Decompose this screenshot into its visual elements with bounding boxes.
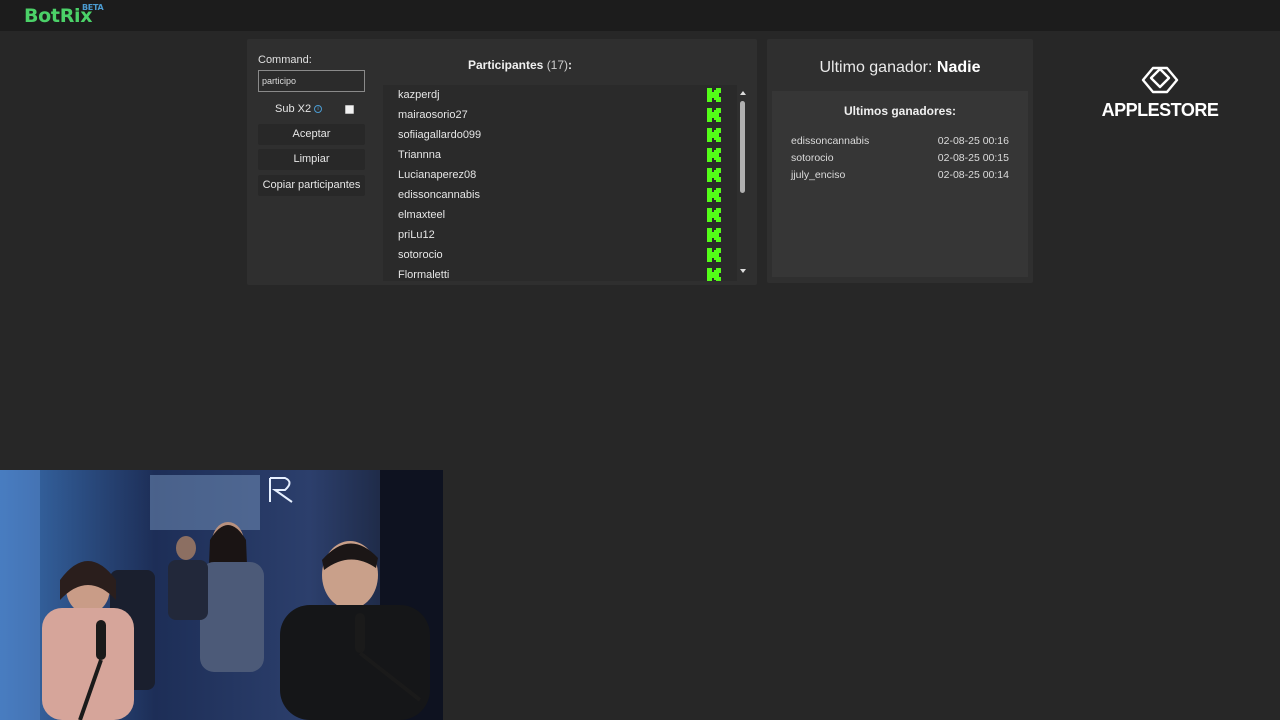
winner-name: jjuly_enciso (791, 169, 846, 181)
participant-row[interactable]: Flormaletti (383, 265, 737, 281)
winner-date: 02-08-25 00:14 (937, 169, 1009, 181)
kick-icon (707, 168, 721, 182)
participant-name: priLu12 (398, 229, 435, 241)
participant-row[interactable]: Triannna (383, 145, 737, 165)
botrix-logo[interactable]: BotRix BETA (24, 3, 104, 27)
kick-icon (707, 148, 721, 162)
participants-title-colon: : (568, 58, 573, 72)
applestore-wordmark: APPLESTORE (1101, 100, 1219, 120)
winner-name: sotorocio (791, 152, 834, 164)
scroll-up-arrow-icon[interactable] (740, 91, 746, 95)
scroll-thumb[interactable] (740, 101, 745, 193)
giveaway-panel: Command: Sub X2 i Aceptar Limpiar Copiar… (247, 39, 757, 285)
last-winner-value: Nadie (936, 59, 981, 76)
kick-icon (707, 268, 721, 281)
winner-row: jjuly_enciso 02-08-25 00:14 (791, 169, 1009, 183)
participant-name: elmaxteel (398, 209, 446, 221)
participant-row[interactable]: sotorocio (383, 245, 737, 265)
applestore-logo: APPLESTORE (1094, 64, 1226, 124)
participants-title-text: Participantes (467, 58, 544, 72)
command-label: Command: (258, 54, 312, 66)
copy-participants-button[interactable]: Copiar participantes (258, 175, 365, 196)
recent-winners-title: Ultimos ganadores: (843, 104, 957, 118)
webcam-image (0, 470, 443, 720)
participant-row[interactable]: mairaosorio27 (383, 105, 737, 125)
winner-name: edissoncannabis (791, 135, 870, 147)
applestore-logo-icon (1141, 66, 1179, 94)
participants-count: (17) (546, 58, 569, 72)
last-winner: Ultimo ganador: Nadie (767, 59, 1033, 77)
participant-name: mairaosorio27 (398, 109, 468, 121)
winners-panel: Ultimo ganador: Nadie Ultimos ganadores:… (767, 39, 1033, 283)
participants-list[interactable]: kazperdj mairaosorio27 sofiiagallardo099 Tr… (383, 85, 737, 281)
winner-row: sotorocio 02-08-25 00:15 (791, 152, 1009, 166)
participant-name: Triannna (398, 149, 442, 161)
webcam-overlay (0, 470, 443, 720)
participant-row[interactable]: priLu12 (383, 225, 737, 245)
sub-x2-label: Sub X2 (275, 103, 312, 115)
kick-icon (707, 188, 721, 202)
kick-icon (707, 248, 721, 262)
participant-row[interactable]: edissoncannabis (383, 185, 737, 205)
sub-x2-checkbox[interactable] (345, 105, 354, 114)
participant-row[interactable]: kazperdj (383, 85, 737, 105)
kick-icon (707, 208, 721, 222)
kick-icon (707, 228, 721, 242)
sub-x2-option: Sub X2 i (275, 103, 355, 117)
accept-button[interactable]: Aceptar (258, 124, 365, 145)
winner-date: 02-08-25 00:16 (937, 135, 1009, 147)
winner-row: edissoncannabis 02-08-25 00:16 (791, 135, 1009, 149)
scroll-down-arrow-icon[interactable] (740, 269, 746, 273)
top-bar: BotRix BETA (0, 0, 1280, 31)
participant-row[interactable]: sofiiagallardo099 (383, 125, 737, 145)
participant-name: sofiiagallardo099 (398, 129, 482, 141)
command-input[interactable] (258, 70, 365, 92)
participants-scrollbar[interactable] (737, 85, 749, 281)
info-icon[interactable]: i (314, 105, 322, 113)
participant-name: Lucianaperez08 (398, 169, 477, 181)
participant-row[interactable]: Lucianaperez08 (383, 165, 737, 185)
participant-name: edissoncannabis (398, 189, 480, 201)
participant-name: sotorocio (398, 249, 443, 261)
participant-name: Flormaletti (398, 269, 450, 281)
participant-row[interactable]: elmaxteel (383, 205, 737, 225)
recent-winners-box: Ultimos ganadores: edissoncannabis 02-08-… (772, 91, 1028, 277)
beta-badge: BETA (82, 3, 104, 12)
clear-button[interactable]: Limpiar (258, 149, 365, 170)
participants-title: Participantes (17): (382, 58, 658, 72)
winner-date: 02-08-25 00:15 (937, 152, 1009, 164)
kick-icon (707, 108, 721, 122)
participant-name: kazperdj (398, 89, 440, 101)
kick-icon (707, 88, 721, 102)
kick-icon (707, 128, 721, 142)
last-winner-label: Ultimo ganador: (819, 59, 933, 76)
